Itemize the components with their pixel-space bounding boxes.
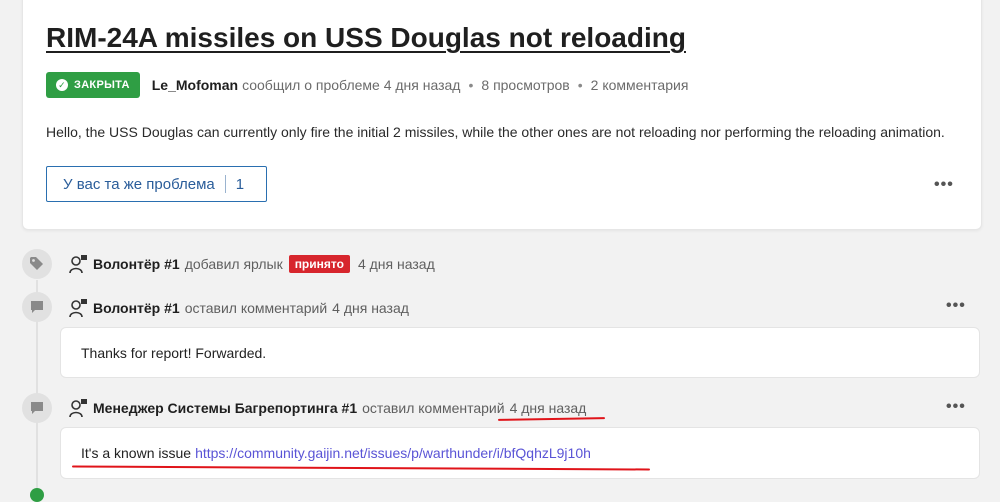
event-user[interactable]: Волонтёр #1 — [93, 300, 180, 316]
event-action: оставил комментарий — [184, 300, 328, 316]
topic-meta: ✓ ЗАКРЫТА Le_Mofoman сообщил о проблеме … — [46, 72, 688, 98]
comment-icon — [22, 393, 52, 423]
timeline-event-label: Волонтёр #1 добавил ярлык принято 4 дня … — [68, 254, 435, 274]
comment-body: It's a known issue https://community.gai… — [60, 427, 980, 479]
event-time: 4 дня назад — [509, 400, 587, 416]
page-title: RIM-24A missiles on USS Douglas not relo… — [46, 22, 686, 53]
same-problem-label: У вас та же проблема — [63, 175, 215, 193]
views-count: 8 просмотров — [481, 77, 570, 93]
event-time: 4 дня назад — [332, 300, 409, 316]
check-circle-icon: ✓ — [56, 79, 68, 91]
event-action: оставил комментарий — [362, 400, 505, 416]
timeline-event-comment: Волонтёр #1 оставил комментарий 4 дня на… — [68, 298, 409, 318]
event-user[interactable]: Менеджер Системы Багрепортинга #1 — [93, 400, 357, 416]
divider — [224, 175, 226, 193]
volunteer-avatar-icon — [69, 299, 87, 318]
status-dot-icon — [30, 488, 44, 502]
topic-description: Hello, the USS Douglas can currently onl… — [46, 124, 945, 140]
same-problem-button[interactable]: У вас та же проблема 1 — [46, 166, 267, 202]
comment-text: Thanks for report! Forwarded. — [81, 344, 267, 361]
comment-more-button[interactable]: ••• — [946, 398, 966, 416]
manager-avatar-icon — [69, 399, 87, 418]
comment-more-button[interactable]: ••• — [946, 297, 966, 315]
issue-link[interactable]: https://community.gaijin.net/issues/p/wa… — [195, 445, 591, 461]
tag-icon — [22, 249, 52, 279]
separator-dot: • — [468, 77, 474, 93]
comment-body: Thanks for report! Forwarded. — [60, 327, 980, 378]
comments-count: 2 комментария — [590, 77, 689, 93]
event-action: добавил ярлык — [184, 256, 283, 272]
status-badge-label: ЗАКРЫТА — [74, 79, 130, 91]
separator-dot: • — [577, 77, 583, 93]
timeline-event-comment: Менеджер Системы Багрепортинга #1 остави… — [68, 398, 586, 418]
topic-more-button[interactable]: ••• — [934, 176, 954, 194]
event-time: 4 дня назад — [357, 256, 435, 272]
author-link[interactable]: Le_Mofoman — [152, 77, 238, 93]
accepted-tag[interactable]: принято — [288, 255, 350, 273]
comment-icon — [22, 292, 52, 322]
status-badge: ✓ ЗАКРЫТА — [46, 72, 140, 98]
annotation-underline — [497, 417, 606, 421]
event-user[interactable]: Волонтёр #1 — [93, 256, 180, 272]
reported-text: сообщил о проблеме 4 дня назад — [242, 77, 461, 93]
comment-text: It's a known issue — [81, 445, 192, 461]
volunteer-avatar-icon — [69, 255, 87, 274]
same-problem-count: 1 — [235, 175, 245, 193]
